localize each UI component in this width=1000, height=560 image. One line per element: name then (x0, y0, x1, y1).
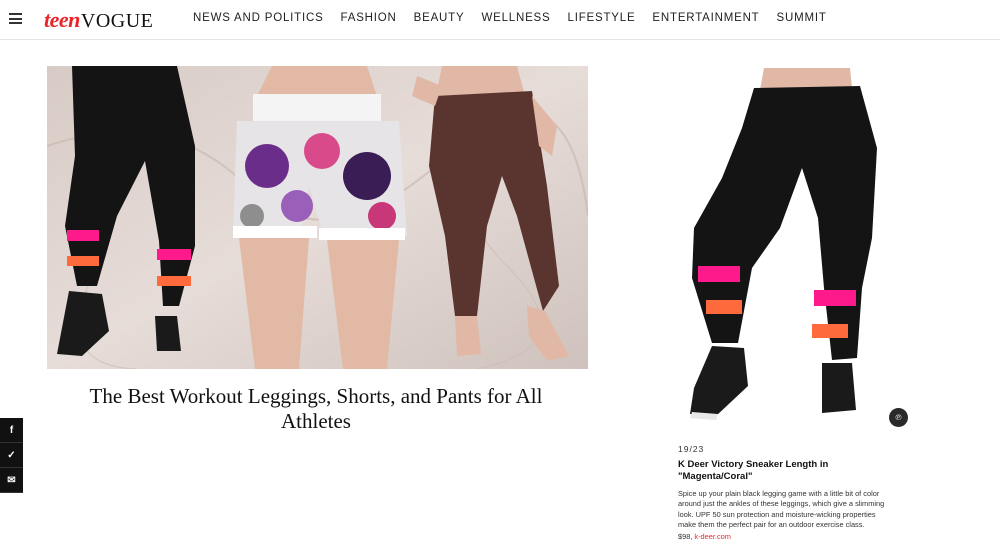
nav-wellness[interactable]: WELLNESS (481, 12, 550, 24)
price-value: $98, (678, 532, 693, 541)
pinterest-icon: ℗ (895, 413, 902, 422)
slide-description: Spice up your plain black legging game w… (678, 489, 885, 530)
nav-news-and-politics[interactable]: NEWS AND POLITICS (193, 12, 324, 24)
twitter-icon: ✓ (7, 449, 16, 461)
logo-teen: teen (44, 7, 80, 32)
nav-beauty[interactable]: BEAUTY (414, 12, 465, 24)
email-icon: ✉ (7, 474, 16, 486)
menu-icon[interactable] (9, 13, 22, 24)
slide-price: $98, k-deer.com (678, 532, 731, 541)
facebook-icon: f (9, 424, 14, 436)
pinterest-button[interactable]: ℗ (889, 408, 908, 427)
nav-lifestyle[interactable]: LIFESTYLE (568, 12, 636, 24)
shop-link[interactable]: k-deer.com (694, 532, 731, 541)
email-share-button[interactable]: ✉ (0, 468, 23, 493)
slide-title: K Deer Victory Sneaker Length in "Magent… (678, 459, 829, 482)
nav-summit[interactable]: SUMMIT (777, 12, 827, 24)
share-bar: f ✓ ✉ (0, 418, 23, 493)
teen-vogue-logo[interactable]: teen VOGUE (44, 7, 154, 32)
nav-fashion[interactable]: FASHION (341, 12, 397, 24)
logo-vogue: VOGUE (80, 10, 154, 32)
top-navigation-bar: teen VOGUE NEWS AND POLITICS FASHION BEA… (0, 0, 1000, 40)
twitter-share-button[interactable]: ✓ (0, 443, 23, 468)
facebook-share-button[interactable]: f (0, 418, 23, 443)
slide-product-image[interactable] (672, 68, 922, 430)
nav-entertainment[interactable]: ENTERTAINMENT (652, 12, 759, 24)
hero-image[interactable] (47, 66, 588, 369)
main-nav: NEWS AND POLITICS FASHION BEAUTY WELLNES… (193, 12, 827, 24)
article-title: The Best Workout Leggings, Shorts, and P… (89, 384, 543, 433)
slide-counter: 19/23 (678, 444, 705, 454)
